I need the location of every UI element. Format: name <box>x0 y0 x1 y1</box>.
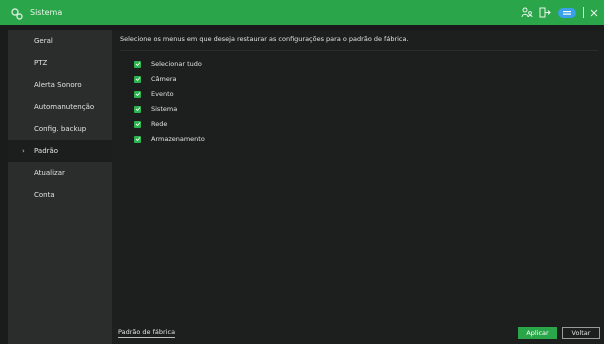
cloud-icon[interactable] <box>557 7 577 19</box>
option-label: Armazenamento <box>151 135 205 143</box>
content-panel: Selecione os menus em que deseja restaur… <box>112 30 604 344</box>
checkbox[interactable] <box>134 60 141 68</box>
checkbox[interactable] <box>134 90 141 98</box>
option-label: Câmera <box>151 75 177 83</box>
sidebar-item-label: Config. backup <box>34 125 87 133</box>
checkbox[interactable] <box>134 120 141 128</box>
sidebar-item-automanutencao[interactable]: Automanutenção <box>8 96 112 118</box>
factory-default-link[interactable]: Padrão de fábrica <box>118 328 176 338</box>
sidebar-item-alerta-sonoro[interactable]: Alerta Sonoro <box>8 74 112 96</box>
logout-icon[interactable] <box>539 7 551 18</box>
option-label: Evento <box>151 90 174 98</box>
checkbox[interactable] <box>134 135 141 143</box>
sidebar-item-label: Automanutenção <box>34 103 95 111</box>
back-button[interactable]: Voltar <box>562 327 600 339</box>
sidebar-item-geral[interactable]: Geral <box>8 30 112 52</box>
sidebar-item-label: Geral <box>34 37 53 45</box>
users-icon[interactable] <box>521 7 533 18</box>
sidebar-item-label: Conta <box>34 191 55 199</box>
sidebar-item-config-backup[interactable]: Config. backup <box>8 118 112 140</box>
sidebar-item-label: Atualizar <box>34 169 65 177</box>
option-sistema[interactable]: Sistema <box>134 103 177 115</box>
option-camera[interactable]: Câmera <box>134 73 177 85</box>
option-label: Selecionar tudo <box>151 60 202 68</box>
sidebar: Geral PTZ Alerta Sonoro Automanutenção C… <box>8 30 112 344</box>
apply-button[interactable]: Aplicar <box>518 327 557 339</box>
sidebar-item-padrao[interactable]: › Padrão <box>8 140 112 162</box>
titlebar-actions <box>521 0 598 25</box>
title-bar: Sistema <box>0 0 604 25</box>
option-label: Rede <box>151 120 168 128</box>
option-selecionar-tudo[interactable]: Selecionar tudo <box>134 58 202 70</box>
sidebar-item-label: Alerta Sonoro <box>34 81 82 89</box>
sidebar-item-conta[interactable]: Conta <box>8 184 112 206</box>
sidebar-item-ptz[interactable]: PTZ <box>8 52 112 74</box>
chevron-right-icon: › <box>22 147 25 155</box>
checkbox[interactable] <box>134 105 141 113</box>
sidebar-item-label: PTZ <box>34 59 48 67</box>
titlebar-separator <box>583 7 584 18</box>
sidebar-item-label: Padrão <box>34 147 59 155</box>
option-evento[interactable]: Evento <box>134 88 174 100</box>
option-armazenamento[interactable]: Armazenamento <box>134 133 205 145</box>
divider <box>120 50 598 51</box>
option-label: Sistema <box>151 105 178 113</box>
sidebar-item-atualizar[interactable]: Atualizar <box>8 162 112 184</box>
app-logo-icon <box>10 6 24 20</box>
close-icon[interactable] <box>590 9 598 17</box>
window-title: Sistema <box>30 8 63 17</box>
option-rede[interactable]: Rede <box>134 118 167 130</box>
checkbox[interactable] <box>134 75 141 83</box>
page-description: Selecione os menus em que deseja restaur… <box>120 35 409 43</box>
